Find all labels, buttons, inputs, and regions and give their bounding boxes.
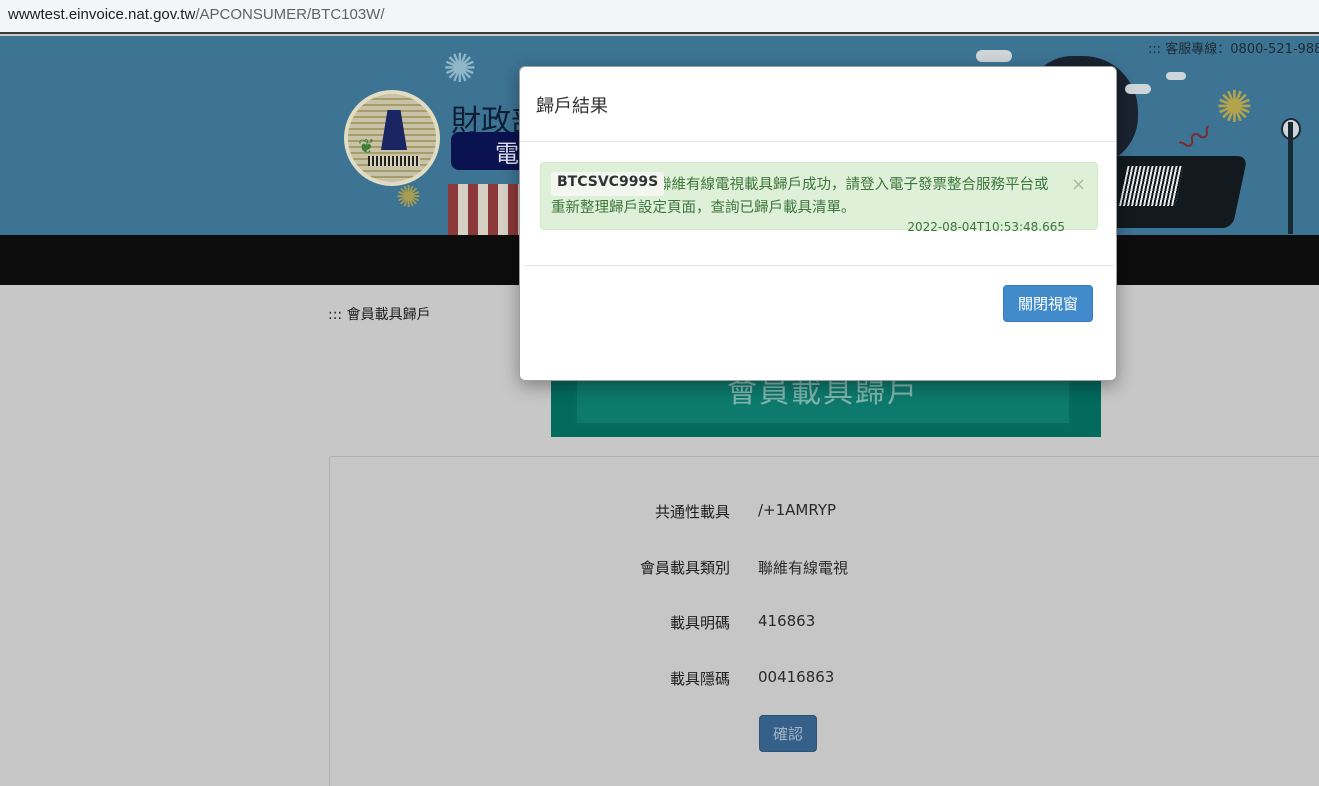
form-label: 會員載具類別 bbox=[639, 559, 730, 577]
form-value: 聯維有線電視 bbox=[758, 559, 849, 577]
alert-timestamp: 2022-08-04T10:53:48.665 bbox=[907, 220, 1065, 234]
modal-title: 歸戶結果 bbox=[536, 96, 608, 117]
result-modal: 歸戶結果 聯維有線電視載具歸戶成功，請登入電子發票整合服務平台或重新整理歸戶設定… bbox=[519, 66, 1117, 381]
form-label: 載具明碼 bbox=[669, 614, 730, 632]
address-url[interactable]: wwwtest.einvoice.nat.gov.tw/APCONSUMER/B… bbox=[8, 6, 385, 23]
form-row-carrier-plain-code: 載具明碼 416863 bbox=[330, 612, 1319, 636]
success-alert: 聯維有線電視載具歸戶成功，請登入電子發票整合服務平台或重新整理歸戶設定頁面，查詢… bbox=[540, 162, 1098, 234]
browser-address-bar[interactable]: wwwtest.einvoice.nat.gov.tw/APCONSUMER/B… bbox=[0, 0, 1319, 34]
leaf-icon: ❦ bbox=[358, 134, 375, 158]
modal-divider bbox=[524, 265, 1114, 266]
barcode-icon bbox=[368, 156, 420, 166]
modal-header: 歸戶結果 bbox=[520, 67, 1116, 142]
confirm-button[interactable]: 確認 bbox=[759, 715, 817, 752]
form-value: 00416863 bbox=[758, 668, 835, 686]
form-row-common-carrier: 共通性載具 /+1AMRYP bbox=[330, 501, 1319, 525]
storefront-illustration bbox=[448, 184, 520, 235]
form-value: /+1AMRYP bbox=[758, 501, 837, 519]
cloud-decoration bbox=[1125, 84, 1151, 94]
form-row-carrier-type: 會員載具類別 聯維有線電視 bbox=[330, 557, 1319, 581]
site-subtitle: 電 bbox=[495, 140, 519, 168]
cloud-decoration bbox=[976, 50, 1012, 62]
form-label: 載具隱碼 bbox=[669, 670, 730, 688]
cloud-decoration bbox=[1166, 72, 1186, 80]
breadcrumb: ::: 會員載具歸戶 bbox=[328, 307, 431, 323]
close-icon[interactable]: × bbox=[1071, 174, 1086, 195]
firework-icon: ✺ bbox=[1216, 82, 1253, 133]
carrier-form-panel: 共通性載具 /+1AMRYP 會員載具類別 聯維有線電視 載具明碼 416863… bbox=[329, 456, 1319, 786]
service-hotline: ::: 客服專線：0800-521-988 bbox=[1148, 42, 1319, 57]
url-host: wwwtest.einvoice.nat.gov.tw bbox=[8, 6, 196, 23]
url-path: /APCONSUMER/BTC103W/ bbox=[195, 6, 385, 23]
street-lamp-pole bbox=[1288, 122, 1293, 234]
ministry-logo[interactable]: ❦ bbox=[344, 90, 440, 186]
firework-icon: ✺ bbox=[443, 46, 477, 92]
close-window-button[interactable]: 關閉視窗 bbox=[1003, 285, 1093, 322]
form-label: 共通性載具 bbox=[654, 503, 730, 521]
form-value: 416863 bbox=[758, 612, 816, 630]
alert-code-badge: BTCSVC999S bbox=[551, 172, 665, 196]
form-row-carrier-hidden-code: 載具隱碼 00416863 bbox=[330, 668, 1319, 692]
